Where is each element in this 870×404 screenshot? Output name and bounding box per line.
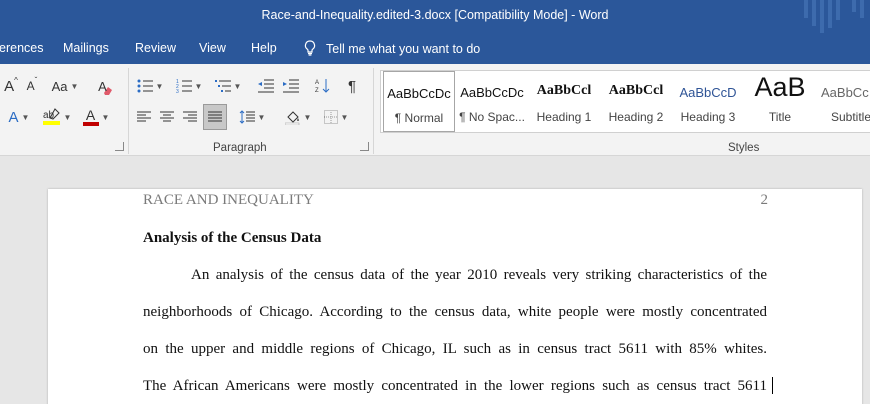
style-label: ¶ No Spac... [459, 110, 525, 124]
paragraph-group-label: Paragraph [213, 142, 267, 154]
justify-icon [208, 111, 222, 122]
window-title: Race-and-Inequality.edited-3.docx [Compa… [261, 8, 609, 22]
highlighter-icon: ab [42, 108, 60, 125]
increase-indent-icon [283, 79, 299, 93]
font-color-swatch [82, 122, 99, 126]
clear-formatting-button[interactable]: A [96, 76, 116, 96]
sort-button[interactable]: AZ [313, 76, 333, 96]
style-label: Heading 1 [536, 110, 592, 124]
running-head: RACE AND INEQUALITY [143, 192, 314, 208]
style-preview: AaBbCcl [536, 83, 592, 98]
body-line: on the upper and middle regions of Chica… [143, 341, 767, 357]
style-preview: AaBbCc [821, 85, 869, 100]
tab-mailings[interactable]: Mailings [63, 41, 109, 55]
page-number: 2 [760, 192, 769, 208]
style-preview: AaBbCcD [679, 85, 737, 100]
align-right-button[interactable] [181, 106, 199, 128]
align-center-icon [160, 111, 174, 122]
document-page[interactable]: RACE AND INEQUALITY 2 Analysis of the Ce… [48, 189, 862, 404]
tab-references[interactable]: erences [0, 41, 43, 55]
change-case-button[interactable]: Aa ▼ [50, 76, 80, 96]
line-spacing-icon [239, 110, 255, 124]
ribbon-tabs: erences Mailings Review View Help Tell m… [0, 33, 870, 64]
justify-button[interactable] [203, 104, 227, 130]
style-heading-2[interactable]: AaBbCcl Heading 2 [601, 71, 671, 132]
body-line: An analysis of the census data of the ye… [191, 267, 767, 283]
group-separator [128, 68, 129, 154]
grow-font-button[interactable]: A ^ [4, 76, 18, 96]
style-label: Subtitle [831, 110, 870, 124]
decrease-indent-icon [258, 79, 274, 93]
multilevel-list-icon [214, 80, 231, 92]
numbering-button[interactable]: 1 2 3 ▼ [173, 76, 205, 96]
shading-button[interactable]: ▼ [282, 106, 314, 128]
numbering-icon: 123 [176, 79, 192, 93]
font-dialog-launcher[interactable] [115, 142, 124, 151]
borders-button[interactable]: ▼ [320, 106, 352, 128]
body-line: The African Americans were mostly concen… [143, 378, 767, 394]
sort-icon: AZ [315, 79, 330, 94]
text-cursor [772, 377, 773, 394]
line-spacing-button[interactable]: ▼ [236, 106, 268, 128]
highlight-color-button[interactable]: ab ▼ [40, 106, 74, 128]
show-formatting-marks-button[interactable]: ¶ [343, 76, 361, 96]
style-label: Heading 2 [608, 110, 664, 124]
decrease-indent-button[interactable] [256, 76, 276, 96]
tell-me-text: Tell me what you want to do [326, 42, 481, 56]
borders-icon [323, 110, 338, 124]
align-left-icon [137, 111, 151, 122]
style-preview: AaBbCcl [608, 83, 664, 98]
increase-indent-button[interactable] [281, 76, 301, 96]
title-bar: Race-and-Inequality.edited-3.docx [Compa… [0, 0, 870, 33]
svg-text:3: 3 [176, 89, 179, 93]
style-label: ¶ Normal [394, 111, 444, 125]
font-color-button[interactable]: A ▼ [80, 106, 112, 128]
style-preview: AaBbCcDc [460, 85, 524, 100]
title-bar-pattern-icon [804, 0, 864, 33]
style-preview: AaB [754, 72, 806, 102]
styles-gallery: AaBbCcDc ¶ Normal AaBbCcDc ¶ No Spac... … [380, 70, 870, 133]
style-normal[interactable]: AaBbCcDc ¶ Normal [383, 71, 455, 132]
tab-view[interactable]: View [199, 41, 226, 55]
paragraph-dialog-launcher[interactable] [360, 142, 369, 151]
tab-review[interactable]: Review [135, 41, 176, 55]
shrink-font-button[interactable]: Aˇ [24, 76, 40, 96]
style-heading-1[interactable]: AaBbCcl Heading 1 [529, 71, 599, 132]
style-heading-3[interactable]: AaBbCcD Heading 3 [673, 71, 743, 132]
tell-me-box[interactable]: Tell me what you want to do [304, 40, 480, 56]
ribbon: A ^ Aˇ Aa ▼ A A ▼ ab ▼ A ▼ ▼ 1 2 3 ▼ ▼ AZ ¶ [0, 64, 870, 156]
style-preview: AaBbCcDc [387, 86, 451, 101]
align-left-button[interactable] [135, 106, 153, 128]
bullets-icon [137, 79, 153, 93]
style-subtitle[interactable]: AaBbCc Subtitle [817, 71, 870, 132]
body-line: neighborhoods of Chicago. According to t… [143, 304, 767, 320]
svg-text:A: A [315, 80, 319, 86]
section-heading: Analysis of the Census Data [143, 230, 322, 246]
svg-text:Z: Z [315, 88, 319, 94]
bullets-button[interactable]: ▼ [135, 76, 165, 96]
document-canvas: RACE AND INEQUALITY 2 Analysis of the Ce… [0, 157, 870, 404]
multilevel-list-button[interactable]: ▼ [213, 76, 243, 96]
style-title[interactable]: AaB Title [745, 71, 815, 132]
group-separator [373, 68, 374, 154]
align-right-icon [183, 111, 197, 122]
align-center-button[interactable] [158, 106, 176, 128]
text-effects-button[interactable]: A ▼ [4, 106, 34, 128]
paint-bucket-icon [284, 111, 299, 125]
style-no-spacing[interactable]: AaBbCcDc ¶ No Spac... [457, 71, 527, 132]
lightbulb-icon [304, 40, 316, 56]
styles-group-label: Styles [728, 142, 760, 154]
style-label: Heading 3 [680, 110, 736, 124]
tab-help[interactable]: Help [251, 41, 277, 55]
style-label: Title [768, 110, 792, 124]
